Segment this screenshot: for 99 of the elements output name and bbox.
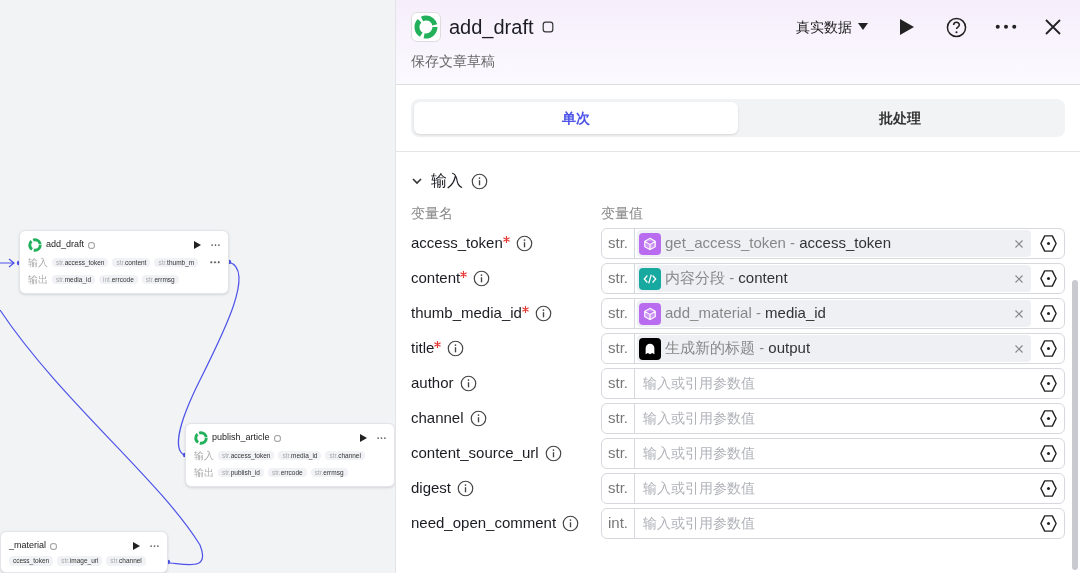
- info-icon[interactable]: [469, 410, 487, 427]
- reference-text: 生成新的标题 - output: [665, 338, 811, 359]
- node-title: publish_article: [212, 431, 270, 445]
- type-label: str.: [602, 334, 635, 363]
- tab[interactable]: 批处理: [738, 102, 1062, 134]
- value-field[interactable]: str. add_material - media_id: [601, 298, 1065, 329]
- param-name: content: [411, 268, 461, 289]
- value-input[interactable]: 输入或引用参数值: [635, 443, 1033, 464]
- store-icon: [50, 542, 57, 550]
- variable-icon[interactable]: [1039, 514, 1058, 533]
- reference-chip[interactable]: get_access_token - access_token: [637, 230, 1031, 257]
- reference-text: 内容分段 - content: [665, 268, 788, 289]
- node-title: add_draft: [46, 238, 85, 252]
- value-input[interactable]: 输入或引用参数值: [635, 513, 1033, 534]
- output-label: 输出: [194, 466, 214, 480]
- value-field[interactable]: str. 输入或引用参数值: [601, 438, 1065, 469]
- play-icon[interactable]: [900, 19, 914, 35]
- cube-icon: [639, 232, 661, 255]
- reference-chip[interactable]: 内容分段 - content: [637, 265, 1031, 292]
- param-name: thumb_media_id: [411, 303, 522, 324]
- clear-icon[interactable]: [1015, 239, 1023, 248]
- variable-icon[interactable]: [1039, 234, 1058, 253]
- param-name: digest: [411, 478, 452, 499]
- output-label: 输出: [28, 273, 48, 287]
- store-icon: [88, 241, 96, 249]
- play-icon[interactable]: [360, 434, 367, 442]
- data-mode-dropdown[interactable]: 真实数据: [796, 16, 868, 38]
- scrollbar[interactable]: [1072, 280, 1078, 570]
- clear-icon[interactable]: [1015, 344, 1023, 353]
- column-header: 变量名: [411, 203, 454, 223]
- variable-icon[interactable]: [1039, 479, 1058, 498]
- value-input[interactable]: 输入或引用参数值: [635, 408, 1033, 429]
- param-name: author: [411, 373, 454, 394]
- more-icon[interactable]: [210, 261, 220, 264]
- store-icon: [541, 21, 554, 33]
- param-name: access_token: [411, 233, 503, 254]
- value-field[interactable]: str. 生成新的标题 - output: [601, 333, 1065, 364]
- more-icon[interactable]: [995, 24, 1017, 30]
- node-title: _material: [9, 539, 46, 553]
- param-name: title: [411, 338, 435, 359]
- store-icon: [273, 434, 281, 442]
- code-icon: [639, 267, 661, 290]
- type-label: str.: [602, 229, 635, 258]
- tab[interactable]: 单次: [414, 102, 738, 134]
- value-input[interactable]: 输入或引用参数值: [635, 478, 1033, 499]
- close-icon[interactable]: [1045, 19, 1061, 35]
- input-label: 输入: [194, 449, 214, 463]
- help-icon[interactable]: [946, 16, 967, 38]
- cube-icon: [639, 302, 661, 325]
- param-name: channel: [411, 408, 464, 429]
- info-icon[interactable]: [447, 340, 465, 357]
- chevron-icon[interactable]: [411, 175, 423, 187]
- input-label: 输入: [28, 256, 48, 270]
- panel-title: add_draft: [449, 15, 534, 41]
- logo-icon: [414, 15, 438, 39]
- section-title: 输入: [431, 171, 463, 191]
- value-field[interactable]: str. 输入或引用参数值: [601, 368, 1065, 399]
- type-label: str.: [602, 474, 635, 503]
- variable-icon[interactable]: [1039, 304, 1058, 323]
- info-icon[interactable]: [534, 305, 552, 322]
- reference-text: add_material - media_id: [665, 303, 826, 324]
- variable-icon[interactable]: [1039, 339, 1058, 358]
- reference-chip[interactable]: 生成新的标题 - output: [637, 335, 1031, 362]
- info-icon[interactable]: [562, 515, 580, 532]
- connector-arrow: [0, 258, 15, 268]
- reference-chip[interactable]: add_material - media_id: [637, 300, 1031, 327]
- clear-icon[interactable]: [1015, 274, 1023, 283]
- panel-subtitle: 保存文章草稿: [411, 52, 496, 71]
- reference-text: get_access_token - access_token: [665, 233, 891, 254]
- info-icon[interactable]: [515, 235, 533, 252]
- type-label: str.: [602, 264, 635, 293]
- param-name: need_open_comment: [411, 513, 557, 534]
- variable-icon[interactable]: [1039, 374, 1058, 393]
- type-label: str.: [602, 439, 635, 468]
- type-label: int.: [602, 509, 635, 538]
- type-label: str.: [602, 369, 635, 398]
- value-field[interactable]: str. get_access_token - access_token: [601, 228, 1065, 259]
- info-icon[interactable]: [471, 172, 488, 190]
- value-input[interactable]: 输入或引用参数值: [635, 373, 1033, 394]
- variable-icon[interactable]: [1039, 444, 1058, 463]
- value-field[interactable]: int. 输入或引用参数值: [601, 508, 1065, 539]
- value-field[interactable]: str. 输入或引用参数值: [601, 403, 1065, 434]
- value-field[interactable]: str. 输入或引用参数值: [601, 473, 1065, 504]
- type-label: str.: [602, 299, 635, 328]
- play-icon[interactable]: [133, 542, 140, 550]
- play-icon[interactable]: [194, 241, 201, 249]
- ghost-icon: [639, 337, 661, 360]
- type-label: str.: [602, 404, 635, 433]
- info-icon[interactable]: [473, 270, 491, 287]
- variable-icon[interactable]: [1039, 409, 1058, 428]
- param-name: content_source_url: [411, 443, 539, 464]
- info-icon[interactable]: [457, 480, 475, 497]
- variable-icon[interactable]: [1039, 269, 1058, 288]
- clear-icon[interactable]: [1015, 309, 1023, 318]
- caret-icon: [858, 23, 868, 31]
- info-icon[interactable]: [459, 375, 477, 392]
- column-header: 变量值: [601, 203, 643, 223]
- value-field[interactable]: str. 内容分段 - content: [601, 263, 1065, 294]
- info-icon[interactable]: [544, 445, 562, 462]
